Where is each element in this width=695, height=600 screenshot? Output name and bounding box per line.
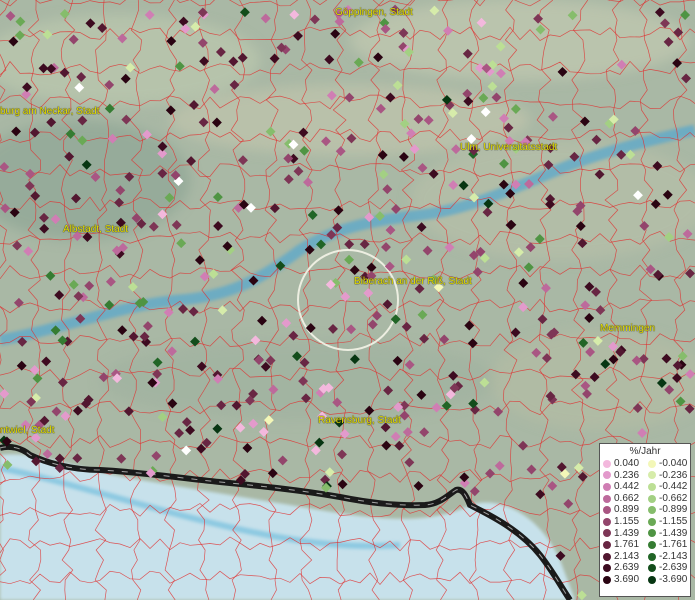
legend-row: 1.761 -1.761 (600, 539, 690, 551)
legend: %/Jahr 0.040 -0.040 0.236 -0.236 0.442 -0.442… (599, 443, 691, 597)
legend-value: 1.155 (614, 515, 640, 527)
legend-row: 0.040 -0.040 (600, 458, 690, 470)
legend-entry-increase: 1.439 (600, 528, 645, 540)
legend-entry-increase: 1.761 (600, 539, 645, 551)
legend-value: 1.439 (614, 527, 640, 539)
legend-entry-decrease: -0.236 (645, 470, 690, 482)
legend-row: 0.662 -0.662 (600, 493, 690, 505)
legend-value: -1.761 (659, 539, 688, 551)
legend-swatch (648, 517, 656, 526)
legend-value: -0.899 (659, 504, 688, 516)
legend-row: 0.442 -0.442 (600, 481, 690, 493)
legend-value: -0.662 (659, 492, 688, 504)
legend-value: -3.690 (659, 573, 688, 585)
legend-swatch (648, 575, 656, 584)
map-canvas[interactable] (0, 0, 695, 600)
city-label-singen: ntwiel, Stadt (0, 425, 55, 436)
legend-value: 0.899 (614, 504, 640, 516)
legend-value: 1.761 (614, 539, 640, 551)
legend-entry-increase: 0.442 (600, 481, 645, 493)
legend-entry-increase: 0.040 (600, 458, 645, 470)
legend-entry-decrease: -1.761 (645, 539, 690, 551)
legend-swatch (648, 494, 656, 503)
legend-swatch (603, 482, 611, 491)
legend-row: 3.690 -3.690 (600, 574, 690, 586)
legend-value: 0.236 (614, 469, 640, 481)
legend-value: -1.439 (659, 527, 688, 539)
legend-row: 0.899 -0.899 (600, 504, 690, 516)
legend-rows: 0.040 -0.040 0.236 -0.236 0.442 -0.442 0.662 -0… (600, 458, 690, 586)
legend-entry-decrease: -1.155 (645, 516, 690, 528)
legend-swatch (648, 529, 656, 538)
legend-entry-increase: 2.639 (600, 562, 645, 574)
legend-swatch (603, 459, 611, 468)
legend-swatch (603, 506, 611, 515)
legend-swatch (648, 552, 656, 561)
legend-swatch (603, 517, 611, 526)
legend-row: 2.639 -2.639 (600, 562, 690, 574)
legend-value: 0.662 (614, 492, 640, 504)
city-label-goeppingen: Göppingen, Stadt (335, 7, 413, 18)
legend-row: 0.236 -0.236 (600, 470, 690, 482)
legend-swatch (648, 459, 656, 468)
legend-entry-decrease: -1.439 (645, 528, 690, 540)
legend-entry-increase: 0.899 (600, 504, 645, 516)
city-label-memmingen: Memmingen (600, 323, 656, 334)
legend-value: -0.236 (659, 469, 688, 481)
legend-title: %/Jahr (629, 446, 661, 457)
legend-swatch (603, 564, 611, 573)
legend-swatch (603, 575, 611, 584)
legend-row: 2.143 -2.143 (600, 551, 690, 563)
legend-entry-decrease: -2.639 (645, 562, 690, 574)
legend-swatch (648, 540, 656, 549)
legend-value: 3.690 (614, 573, 640, 585)
legend-swatch (603, 529, 611, 538)
legend-value: -0.442 (659, 481, 688, 493)
legend-entry-decrease: -0.662 (645, 493, 690, 505)
legend-entry-increase: 3.690 (600, 574, 645, 586)
legend-entry-decrease: -2.143 (645, 551, 690, 563)
legend-swatch (603, 494, 611, 503)
legend-swatch (648, 564, 656, 573)
legend-swatch (648, 482, 656, 491)
legend-entry-increase: 1.155 (600, 516, 645, 528)
city-label-heilbronn: burg am Neckar, Stadt (0, 106, 100, 117)
legend-entry-decrease: -3.690 (645, 574, 690, 586)
legend-swatch (648, 471, 656, 480)
city-label-albstadt: Albstadt, Stadt (63, 224, 129, 235)
city-label-ulm: Ulm, Universitätsstadt (460, 142, 558, 153)
legend-swatch (603, 471, 611, 480)
legend-value: -0.040 (659, 458, 688, 469)
legend-value: -1.155 (659, 515, 688, 527)
legend-row: 1.439 -1.439 (600, 528, 690, 540)
legend-value: 0.442 (614, 481, 640, 493)
legend-entry-increase: 0.236 (600, 470, 645, 482)
legend-swatch (603, 552, 611, 561)
legend-value: -2.143 (659, 550, 688, 562)
legend-value: 2.639 (614, 562, 640, 574)
legend-entry-increase: 0.662 (600, 493, 645, 505)
legend-swatch (603, 540, 611, 549)
legend-entry-decrease: -0.899 (645, 504, 690, 516)
legend-entry-decrease: -0.442 (645, 481, 690, 493)
legend-value: -2.639 (659, 562, 688, 574)
legend-entry-decrease: -0.040 (645, 458, 690, 470)
legend-entry-increase: 2.143 (600, 551, 645, 563)
legend-row: 1.155 -1.155 (600, 516, 690, 528)
legend-swatch (648, 506, 656, 515)
legend-value: 0.040 (614, 458, 640, 469)
legend-value: 2.143 (614, 550, 640, 562)
city-label-ravensburg: Ravensburg, Stadt (318, 415, 401, 426)
city-label-biberach: Biberach an der Riß, Stadt (354, 276, 472, 287)
